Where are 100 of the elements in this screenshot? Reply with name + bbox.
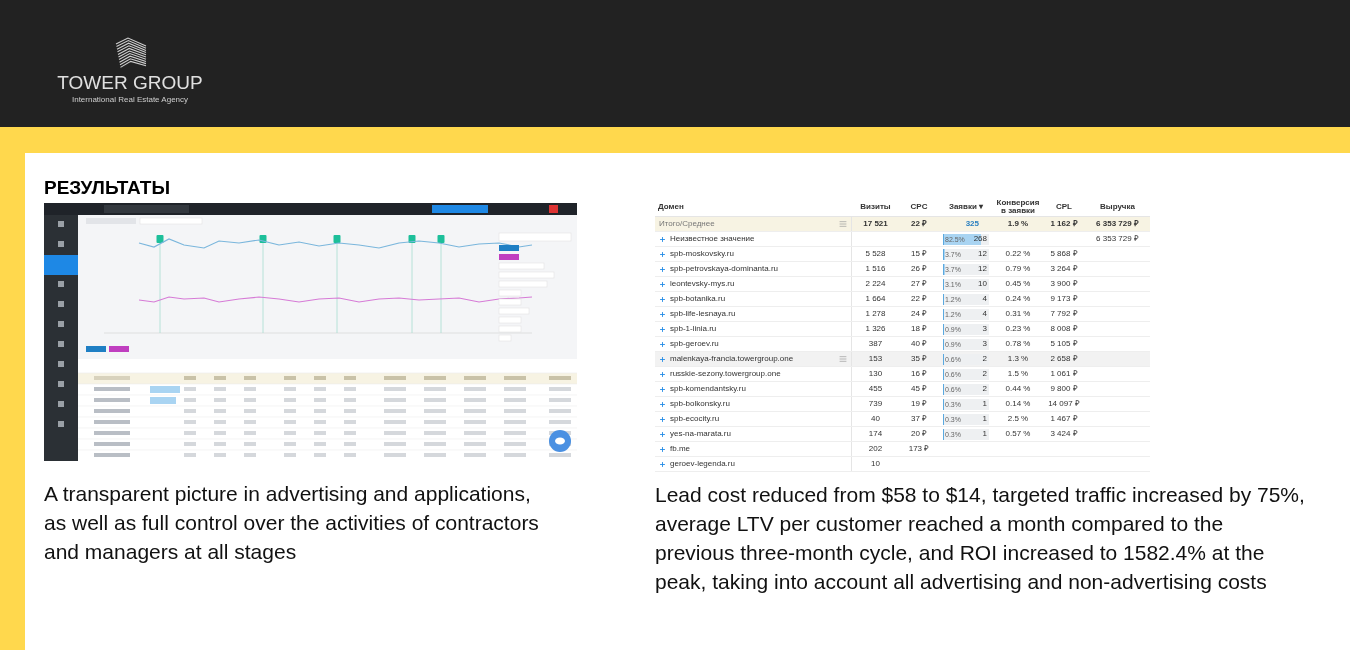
table-cell: 0.44 % [1005,385,1031,393]
column-header[interactable]: CPL [1043,202,1085,211]
expand-icon[interactable] [659,325,666,333]
table-cell: 0.57 % [1005,430,1031,438]
table-cell: 3 [982,340,987,348]
table-cell: spb-moskovsky.ru [670,250,734,258]
table-cell: 173 ₽ [908,445,930,453]
expand-icon[interactable] [659,295,666,303]
table-cell: 0.23 % [1005,325,1031,333]
expand-icon[interactable] [659,415,666,423]
table-cell: 0.79 % [1005,265,1031,273]
table-cell: 0.14 % [1005,400,1031,408]
expand-icon[interactable] [659,385,666,393]
table-cell: yes-na-marata.ru [670,430,731,438]
table-cell: 2 658 ₽ [1050,355,1078,363]
table-cell: 9 800 ₽ [1050,385,1078,393]
table-cell: 9 173 ₽ [1050,295,1078,303]
table-cell: 15 ₽ [910,250,928,258]
table-cell: 1 [982,400,987,408]
expand-icon[interactable] [659,265,666,273]
table-cell: 1 [982,430,987,438]
table-cell: 2 [982,370,987,378]
table-cell: 12 [978,250,987,258]
column-header[interactable]: CPC [899,202,939,211]
column-header[interactable]: Визиты [852,202,899,211]
right-caption: Lead cost reduced from $58 to $14, targeted traffic increased by 75%, average LTV per customer reached a month compared to the previous three-month cycle, and ROI increased to 1582.4% at the peak, taking into account all advertising and non-advertising costs [655,482,1305,595]
table-cell: 174 [868,430,883,438]
table-cell: 45 ₽ [910,385,928,393]
table-cell: 2 [982,355,987,363]
table-cell: 2 224 [865,280,886,288]
table-cell: 387 [868,340,883,348]
table-cell: 18 ₽ [910,325,928,333]
table-cell: 1 516 [865,265,886,273]
table-cell: 12 [978,265,987,273]
column-header[interactable]: Домен [655,202,852,211]
table-cell: 6 353 729 ₽ [1096,220,1139,228]
expand-icon[interactable] [659,250,666,258]
column-header[interactable]: Заявки ▾ [939,202,993,211]
table-cell: 17 521 [863,220,888,228]
expand-icon[interactable] [659,370,666,378]
table-cell: 10 [871,460,880,468]
table-cell: 27 ₽ [910,280,928,288]
expand-icon[interactable] [659,235,666,243]
expand-icon[interactable] [659,460,666,468]
expand-icon[interactable] [659,430,666,438]
table-cell: 1 162 ₽ [1050,220,1078,228]
table-cell: 153 [868,355,883,363]
table-cell: 1.9 % [1007,220,1029,228]
table-cell: Итого/Среднее [659,220,715,228]
row-menu-icon[interactable] [839,355,847,363]
table-cell: 37 ₽ [910,415,928,423]
table-cell: fb.me [670,445,690,453]
table-cell: 202 [868,445,883,453]
table-cell: 22 ₽ [910,220,928,228]
table-cell: 14 097 ₽ [1048,400,1080,408]
table-cell: 1.3 % [1007,355,1029,363]
table-cell: 268 [973,235,987,243]
table-cell: spb-botanika.ru [670,295,726,303]
table-cell: malenkaya-francia.towergroup.one [670,355,794,363]
table-cell: 130 [868,370,883,378]
table-cell: 10 [978,280,987,288]
table-cell: spb-1-linia.ru [670,325,717,333]
table-cell: 3 [982,325,987,333]
table-cell: 1 061 ₽ [1050,370,1078,378]
table-cell: 8 008 ₽ [1050,325,1078,333]
expand-icon[interactable] [659,340,666,348]
table-cell: 1 326 [865,325,886,333]
table-cell: 1 [982,415,987,423]
row-menu-icon[interactable] [839,220,847,228]
expand-icon[interactable] [659,310,666,318]
expand-icon[interactable] [659,355,666,363]
table-cell: 0.22 % [1005,250,1031,258]
section-heading: РЕЗУЛЬТАТЫ [44,176,172,200]
column-header[interactable]: Конверсия в заявки [993,198,1043,215]
table-cell: 35 ₽ [910,355,928,363]
table-cell: 5 528 [865,250,886,258]
table-cell: 1 278 [865,310,886,318]
table-cell: 6 353 729 ₽ [1096,235,1139,243]
table-cell-text: 325 [964,220,980,228]
table-cell: russkie-sezony.towergroup.one [670,370,781,378]
table-cell: 1.5 % [1007,370,1029,378]
table-cell: spb-ecocity.ru [670,415,720,423]
expand-icon[interactable] [659,280,666,288]
table-cell: 24 ₽ [910,310,928,318]
expand-icon[interactable] [659,445,666,453]
expand-icon[interactable] [659,400,666,408]
table-cell: 0.78 % [1005,340,1031,348]
table-cell: 1 664 [865,295,886,303]
table-cell: Неизвестное значение [670,235,755,243]
column-header[interactable]: Выручка [1085,202,1150,211]
left-caption: A transparent picture in advertising and applications, as well as full control over the activities of contractors and managers at all stages [44,481,540,565]
table-cell: 0.24 % [1005,295,1031,303]
logo-title: TOWER GROUP [57,72,203,94]
table-cell: 455 [868,385,883,393]
table-cell: 739 [868,400,883,408]
table-cell: 2 [982,385,987,393]
logo-subtitle: International Real Estate Agency [71,94,189,106]
table-cell: geroev-legenda.ru [670,460,735,468]
table-cell: 26 ₽ [910,265,928,273]
table-cell: spb-bolkonsky.ru [670,400,730,408]
